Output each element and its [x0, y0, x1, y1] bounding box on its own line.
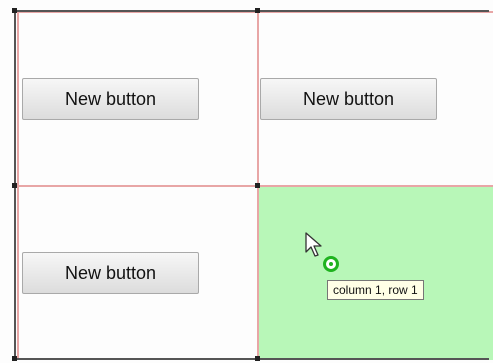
form-designer-canvas[interactable]: New button New button New button column …	[0, 0, 493, 363]
arrow-pointer-icon	[305, 232, 322, 257]
selection-handle-middle-left[interactable]	[12, 183, 17, 188]
selection-handle-top-middle[interactable]	[255, 8, 260, 13]
selection-handle-bottom-left[interactable]	[12, 356, 17, 361]
new-button-column-1-row-0[interactable]: New button	[260, 78, 437, 120]
selection-handle-top-left[interactable]	[12, 8, 17, 13]
drop-position-tooltip: column 1, row 1	[327, 280, 424, 300]
layout-selection-frame	[14, 10, 489, 360]
new-button-column-0-row-0[interactable]: New button	[22, 78, 199, 120]
selection-handle-center[interactable]	[255, 183, 260, 188]
selection-handle-bottom-middle[interactable]	[255, 356, 260, 361]
green-circle-drop-icon	[323, 256, 339, 272]
new-button-column-0-row-1[interactable]: New button	[22, 252, 199, 294]
